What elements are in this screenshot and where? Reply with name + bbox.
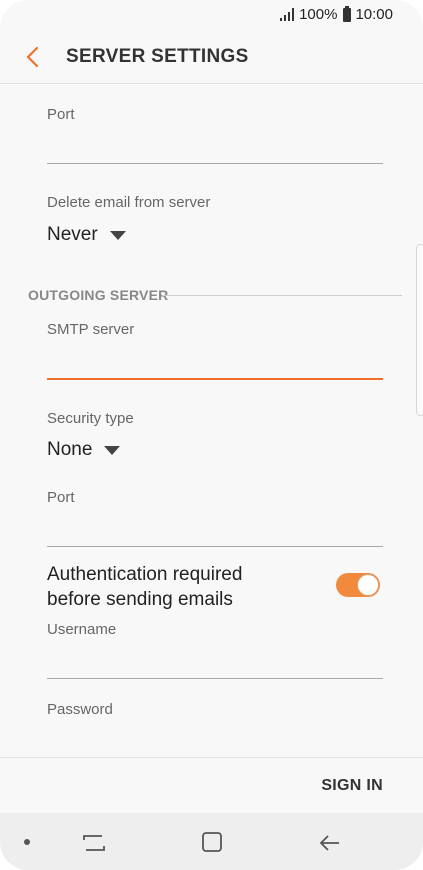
clock: 10:00 bbox=[355, 6, 393, 23]
incoming-port-label: Port bbox=[47, 106, 75, 123]
status-bar: 100% 10:00 bbox=[0, 0, 423, 30]
status-indicators: 100% 10:00 bbox=[280, 5, 393, 23]
action-footer: SIGN IN bbox=[0, 757, 423, 813]
toggle-knob bbox=[357, 574, 379, 596]
delete-email-dropdown[interactable]: Never bbox=[47, 224, 126, 246]
edge-panel-handle[interactable] bbox=[416, 244, 423, 416]
auth-required-label: Authentication required before sending e… bbox=[47, 564, 243, 610]
outgoing-port-input[interactable] bbox=[47, 517, 383, 547]
smtp-server-label: SMTP server bbox=[47, 321, 135, 338]
outgoing-server-header: OUTGOING SERVER bbox=[28, 287, 169, 303]
navigation-bar bbox=[0, 813, 423, 870]
delete-email-value: Never bbox=[47, 224, 98, 245]
signal-icon bbox=[280, 8, 295, 21]
app-header: SERVER SETTINGS bbox=[0, 30, 423, 84]
caret-down-icon bbox=[109, 230, 126, 240]
back-arrow-icon[interactable] bbox=[318, 832, 342, 854]
security-type-value: None bbox=[47, 439, 93, 460]
password-label: Password bbox=[47, 701, 113, 718]
username-label: Username bbox=[47, 621, 117, 638]
delete-email-label: Delete email from server bbox=[47, 194, 211, 211]
nav-dot-icon[interactable] bbox=[24, 839, 30, 845]
page-title: SERVER SETTINGS bbox=[66, 46, 249, 67]
recent-apps-icon[interactable] bbox=[82, 833, 106, 853]
sign-in-button[interactable]: SIGN IN bbox=[321, 777, 383, 795]
phone-screen: 100% 10:00 SERVER SETTINGS Port Delete e… bbox=[0, 0, 423, 870]
outgoing-port-label: Port bbox=[47, 489, 75, 506]
home-icon[interactable] bbox=[201, 831, 223, 853]
section-divider bbox=[162, 295, 402, 296]
incoming-port-input[interactable] bbox=[47, 134, 383, 164]
chevron-left-icon[interactable] bbox=[22, 43, 46, 71]
security-type-label: Security type bbox=[47, 410, 134, 427]
smtp-server-input[interactable] bbox=[47, 350, 383, 380]
security-type-dropdown[interactable]: None bbox=[47, 439, 121, 461]
battery-percent: 100% bbox=[299, 6, 338, 23]
auth-required-toggle[interactable] bbox=[336, 573, 380, 597]
username-input[interactable] bbox=[47, 649, 383, 679]
battery-icon bbox=[343, 5, 352, 22]
caret-down-icon bbox=[104, 445, 121, 455]
